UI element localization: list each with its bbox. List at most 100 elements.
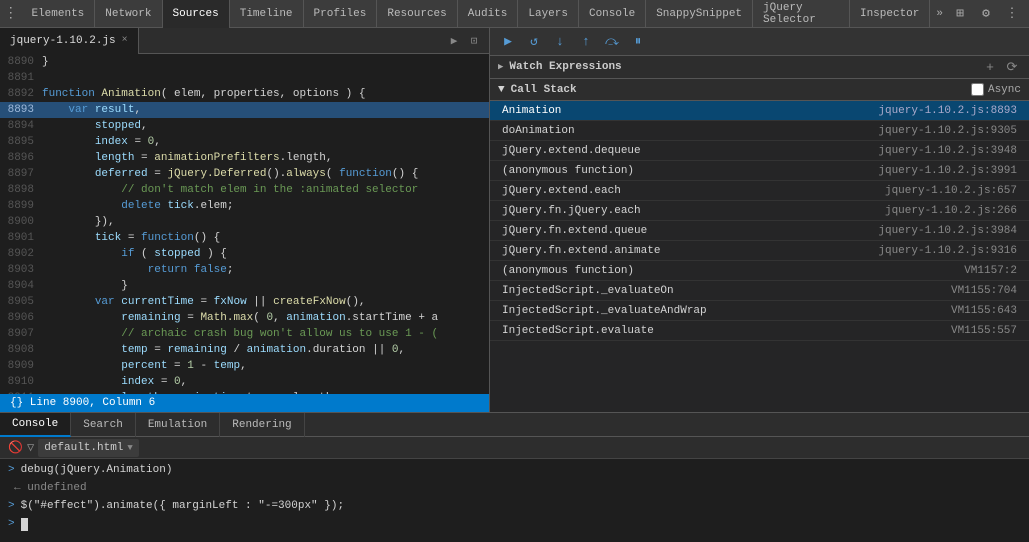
step-into-button[interactable]: ↓ bbox=[550, 32, 570, 52]
callstack-item-2[interactable]: jQuery.extend.dequeue jquery-1.10.2.js:3… bbox=[490, 141, 1029, 161]
console-result-1: ← undefined bbox=[14, 479, 87, 497]
console-file-name: default.html bbox=[44, 442, 123, 454]
console-content: > debug(jQuery.Animation) ← undefined > … bbox=[0, 459, 1029, 542]
tab-jquery-selector[interactable]: jQuery Selector bbox=[753, 0, 850, 28]
code-line: 8899 delete tick.elem; bbox=[0, 198, 489, 214]
code-line: 8904 } bbox=[0, 278, 489, 294]
code-line: 8909 percent = 1 - temp, bbox=[0, 358, 489, 374]
console-toolbar: 🚫 ▽ default.html ▼ bbox=[0, 437, 1029, 459]
code-toolbar: jquery-1.10.2.js × ▶ ⊡ bbox=[0, 28, 489, 54]
callstack-arrow-icon: ▼ bbox=[498, 84, 505, 96]
refresh-watch-button[interactable]: ⟳ bbox=[1003, 58, 1021, 76]
callstack-item-5[interactable]: jQuery.fn.jQuery.each jquery-1.10.2.js:2… bbox=[490, 201, 1029, 221]
console-file-select[interactable]: default.html ▼ bbox=[38, 439, 139, 457]
console-line-2: > $("#effect").animate({ marginLeft : "-… bbox=[8, 497, 1021, 515]
step-out-button[interactable]: ↑ bbox=[576, 32, 596, 52]
tab-console[interactable]: Console bbox=[579, 0, 646, 28]
nav-more-tabs[interactable]: » bbox=[930, 8, 949, 20]
callstack-item-7[interactable]: jQuery.fn.extend.animate jquery-1.10.2.j… bbox=[490, 241, 1029, 261]
code-line: 8901 tick = function() { bbox=[0, 230, 489, 246]
editor-toolbar-icons: ▶ ⊡ bbox=[445, 32, 489, 50]
console-output-0: debug(jQuery.Animation) bbox=[21, 461, 173, 479]
code-line: 8908 temp = remaining / animation.durati… bbox=[0, 342, 489, 358]
code-line: 8910 index = 0, bbox=[0, 374, 489, 390]
tab-layers[interactable]: Layers bbox=[518, 0, 579, 28]
call-stack-header[interactable]: ▼ Call Stack Async bbox=[490, 79, 1029, 101]
code-line: 8898 // don't match elem in the :animate… bbox=[0, 182, 489, 198]
watch-expressions-header[interactable]: ▶ Watch Expressions + ⟳ bbox=[490, 56, 1029, 78]
console-output-2: $("#effect").animate({ marginLeft : "-=3… bbox=[21, 497, 344, 515]
settings-icon[interactable]: ⚙ bbox=[975, 3, 997, 25]
resume-button[interactable]: ▶ bbox=[498, 32, 518, 52]
file-tab-name: jquery-1.10.2.js bbox=[10, 35, 116, 47]
callstack-item-3[interactable]: (anonymous function) jquery-1.10.2.js:39… bbox=[490, 161, 1029, 181]
code-panel: jquery-1.10.2.js × ▶ ⊡ 8890 } 8891 8892 … bbox=[0, 28, 490, 412]
bottom-panel: Console Search Emulation Rendering 🚫 ▽ d… bbox=[0, 412, 1029, 542]
console-input-prompt: > bbox=[8, 518, 15, 530]
code-content: 8890 } 8891 8892 function Animation( ele… bbox=[0, 54, 489, 394]
nav-left-icon[interactable]: ⋮ bbox=[0, 0, 21, 28]
step-over-button[interactable]: ↺ bbox=[524, 32, 544, 52]
code-line: 8891 bbox=[0, 70, 489, 86]
callstack-item-1[interactable]: doAnimation jquery-1.10.2.js:9305 bbox=[490, 121, 1029, 141]
tab-rendering-bottom[interactable]: Rendering bbox=[220, 413, 304, 437]
tab-resources[interactable]: Resources bbox=[377, 0, 457, 28]
code-line: 8907 // archaic crash bug won't allow us… bbox=[0, 326, 489, 342]
code-status-bar: {} Line 8900, Column 6 bbox=[0, 394, 489, 412]
deactivate-button[interactable]: ⤼ bbox=[602, 32, 622, 52]
callstack-item-0[interactable]: Animation jquery-1.10.2.js:8893 bbox=[490, 101, 1029, 121]
clear-console-icon[interactable]: 🚫 bbox=[8, 440, 23, 455]
tab-elements[interactable]: Elements bbox=[21, 0, 95, 28]
watch-arrow-icon: ▶ bbox=[498, 62, 503, 72]
call-stack-title: Call Stack bbox=[511, 84, 577, 96]
console-line-1: ← undefined bbox=[8, 479, 1021, 497]
callstack-item-11[interactable]: InjectedScript.evaluate VM1155:557 bbox=[490, 321, 1029, 341]
tab-snappy[interactable]: SnappySnippet bbox=[646, 0, 753, 28]
tab-audits[interactable]: Audits bbox=[458, 0, 519, 28]
console-prompt-0: > bbox=[8, 461, 15, 479]
callstack-item-8[interactable]: (anonymous function) VM1157:2 bbox=[490, 261, 1029, 281]
callstack-item-4[interactable]: jQuery.extend.each jquery-1.10.2.js:657 bbox=[490, 181, 1029, 201]
code-line: 8900 }), bbox=[0, 214, 489, 230]
tab-inspector[interactable]: Inspector bbox=[850, 0, 930, 28]
code-line: 8896 length = animationPrefilters.length… bbox=[0, 150, 489, 166]
pause-button[interactable]: ⏸ bbox=[628, 32, 648, 52]
async-label: Async bbox=[988, 84, 1021, 96]
tab-profiles[interactable]: Profiles bbox=[304, 0, 378, 28]
file-close-button[interactable]: × bbox=[122, 35, 128, 46]
console-line-0: > debug(jQuery.Animation) bbox=[8, 461, 1021, 479]
file-tab[interactable]: jquery-1.10.2.js × bbox=[0, 28, 139, 54]
console-input-line: > bbox=[8, 515, 1021, 533]
nav-right-tools: ⊞ ⚙ ⋮ bbox=[949, 3, 1029, 25]
add-watch-button[interactable]: + bbox=[981, 58, 999, 76]
code-line: 8892 function Animation( elem, propertie… bbox=[0, 86, 489, 102]
filter-icon[interactable]: ▽ bbox=[27, 440, 34, 455]
console-tabs: Console Search Emulation Rendering bbox=[0, 413, 1029, 437]
tab-search-bottom[interactable]: Search bbox=[71, 413, 136, 437]
callstack-item-9[interactable]: InjectedScript._evaluateOn VM1155:704 bbox=[490, 281, 1029, 301]
watch-actions: + ⟳ bbox=[981, 58, 1021, 76]
callstack-item-6[interactable]: jQuery.fn.extend.queue jquery-1.10.2.js:… bbox=[490, 221, 1029, 241]
watch-expressions-title: Watch Expressions bbox=[509, 61, 621, 73]
code-line: 8905 var currentTime = fxNow || createFx… bbox=[0, 294, 489, 310]
tab-console-bottom[interactable]: Console bbox=[0, 413, 71, 437]
tab-network[interactable]: Network bbox=[95, 0, 162, 28]
code-line: 8897 deferred = jQuery.Deferred().always… bbox=[0, 166, 489, 182]
code-line-highlighted: 8893 var result, bbox=[0, 102, 489, 118]
main-area: jquery-1.10.2.js × ▶ ⊡ 8890 } 8891 8892 … bbox=[0, 28, 1029, 412]
code-line: 8906 remaining = Math.max( 0, animation.… bbox=[0, 310, 489, 326]
async-check-input[interactable] bbox=[971, 83, 984, 96]
code-line: 8903 return false; bbox=[0, 262, 489, 278]
callstack-item-10[interactable]: InjectedScript._evaluateAndWrap VM1155:6… bbox=[490, 301, 1029, 321]
async-checkbox[interactable]: Async bbox=[971, 83, 1021, 96]
call-stack-section: ▼ Call Stack Async Animation jquery-1.10… bbox=[490, 79, 1029, 412]
tab-emulation-bottom[interactable]: Emulation bbox=[136, 413, 220, 437]
overflow-icon[interactable]: ⋮ bbox=[1001, 3, 1023, 25]
dock-icon[interactable]: ⊞ bbox=[949, 3, 971, 25]
expand-icon[interactable]: ⊡ bbox=[465, 32, 483, 50]
code-line: 8890 } bbox=[0, 54, 489, 70]
tab-timeline[interactable]: Timeline bbox=[230, 0, 304, 28]
tab-sources[interactable]: Sources bbox=[163, 0, 230, 28]
pause-icon[interactable]: ▶ bbox=[445, 32, 463, 50]
console-dropdown-icon: ▼ bbox=[127, 443, 132, 453]
